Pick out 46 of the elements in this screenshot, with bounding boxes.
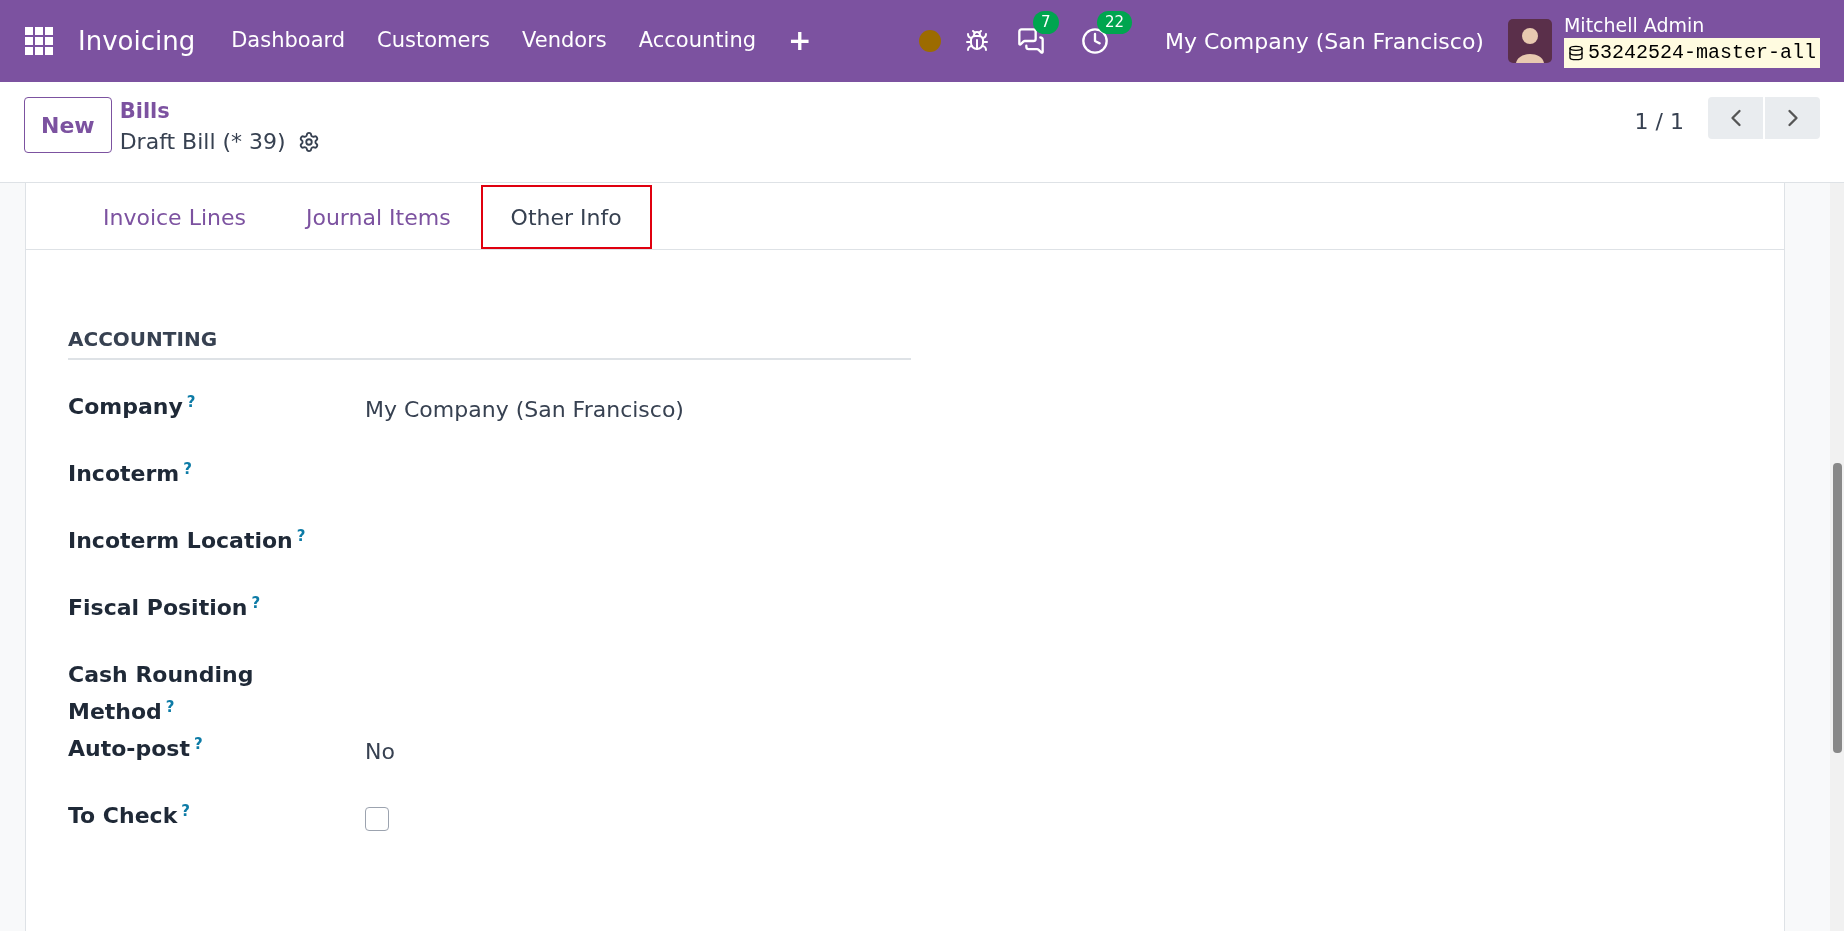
- app-name[interactable]: Invoicing: [78, 21, 196, 61]
- apps-grid-icon[interactable]: [24, 26, 54, 56]
- field-label: Cash Rounding Method $^{?}$: [68, 662, 254, 724]
- new-button[interactable]: New: [24, 97, 112, 153]
- scrollbar-thumb[interactable]: [1832, 463, 1842, 753]
- help-tooltip[interactable]: ?: [181, 801, 190, 820]
- tab[interactable]: Journal Items: [275, 185, 481, 249]
- add-menu[interactable]: +: [788, 20, 812, 62]
- help-tooltip[interactable]: ?: [165, 697, 175, 716]
- debug-bug-icon[interactable]: [965, 29, 989, 53]
- activity-count-badge: 22: [1097, 11, 1133, 34]
- field-label: Fiscal Position $^{?}$: [68, 595, 261, 620]
- menu-item[interactable]: Accounting: [638, 25, 757, 57]
- clock-icon[interactable]: [1081, 27, 1109, 55]
- menu-item[interactable]: Vendors: [522, 25, 607, 57]
- field-label: To Check $^{?}$: [68, 803, 190, 828]
- help-tooltip[interactable]: ?: [183, 459, 192, 478]
- field-label: Incoterm $^{?}$: [68, 461, 192, 486]
- field-value: My Company (San Francisco): [365, 396, 684, 424]
- settings-icon[interactable]: [297, 130, 320, 153]
- pager-value: 1 / 1: [1634, 108, 1684, 136]
- field-label: Auto-post $^{?}$: [68, 736, 203, 761]
- help-tooltip[interactable]: ?: [186, 392, 196, 411]
- breadcrumb-link[interactable]: Bills: [119, 97, 320, 125]
- user-name[interactable]: Mitchell Admin: [1563, 14, 1820, 38]
- database-label: 53242524-master-all: [1563, 37, 1820, 68]
- avatar-icon[interactable]: [1507, 19, 1552, 63]
- next-button[interactable]: [1765, 97, 1820, 139]
- database-icon: [1567, 44, 1584, 61]
- tab[interactable]: Invoice Lines: [73, 185, 276, 249]
- section-title: ACCOUNTING: [68, 324, 911, 360]
- tab[interactable]: Other Info: [480, 185, 652, 249]
- company-switcher[interactable]: My Company (San Francisco): [1165, 24, 1484, 58]
- message-count-badge: 7: [1033, 11, 1059, 34]
- previous-button[interactable]: [1708, 97, 1763, 139]
- field-label: Incoterm Location $^{?}$: [68, 528, 306, 553]
- help-tooltip[interactable]: ?: [296, 526, 306, 545]
- menu-item[interactable]: Dashboard: [231, 25, 346, 57]
- help-tooltip[interactable]: ?: [193, 734, 203, 753]
- chat-icon[interactable]: [1017, 27, 1045, 55]
- field-value: No: [365, 738, 395, 766]
- checkbox[interactable]: [365, 807, 389, 831]
- menu-item[interactable]: Customers: [377, 25, 491, 57]
- help-tooltip[interactable]: ?: [251, 593, 261, 612]
- field-label: Company $^{?}$: [68, 394, 196, 419]
- record-title: Draft Bill (* 39): [119, 128, 286, 156]
